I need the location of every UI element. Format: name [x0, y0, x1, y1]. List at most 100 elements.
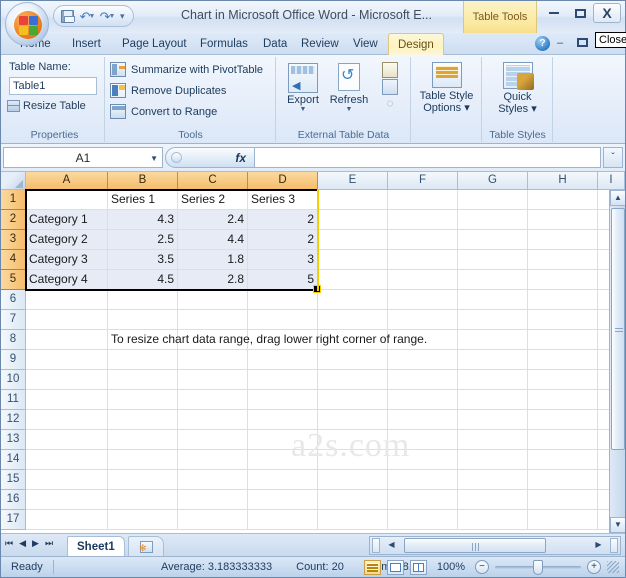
cell-G3[interactable]: [458, 230, 528, 250]
zoom-slider-thumb[interactable]: [533, 559, 543, 575]
remove-duplicates-button[interactable]: Remove Duplicates: [110, 83, 226, 98]
cell-D6[interactable]: [248, 290, 318, 310]
cell-B6[interactable]: [108, 290, 178, 310]
cell-H17[interactable]: [528, 510, 598, 530]
cell-B17[interactable]: [108, 510, 178, 530]
help-icon[interactable]: ?: [535, 36, 550, 51]
insert-worksheet-button[interactable]: [128, 536, 164, 558]
cell-F15[interactable]: [388, 470, 458, 490]
redo-button[interactable]: ↷ ▼: [98, 7, 117, 25]
cell-F4[interactable]: [388, 250, 458, 270]
cell-G2[interactable]: [458, 210, 528, 230]
cell-A8[interactable]: [26, 330, 108, 350]
cell-D15[interactable]: [248, 470, 318, 490]
cell-F7[interactable]: [388, 310, 458, 330]
row-header-1[interactable]: 1: [1, 190, 26, 210]
cell-H2[interactable]: [528, 210, 598, 230]
scroll-down-button[interactable]: ▼: [610, 517, 625, 533]
row-header-12[interactable]: 12: [1, 410, 26, 430]
row-header-4[interactable]: 4: [1, 250, 26, 270]
zoom-level[interactable]: 100%: [437, 561, 465, 573]
table-cell-D3[interactable]: 2: [248, 230, 318, 250]
zoom-in-button[interactable]: +: [587, 560, 601, 574]
cell-H4[interactable]: [528, 250, 598, 270]
cell-G5[interactable]: [458, 270, 528, 290]
zoom-slider[interactable]: [495, 559, 581, 575]
cell-B14[interactable]: [108, 450, 178, 470]
table-cell-B1[interactable]: Series 1: [108, 190, 178, 210]
cell-A16[interactable]: [26, 490, 108, 510]
resize-grip[interactable]: [607, 561, 619, 573]
normal-view-icon[interactable]: [363, 559, 381, 575]
cell-C11[interactable]: [178, 390, 248, 410]
undo-button[interactable]: ↶ ▼: [78, 7, 97, 25]
table-cell-B4[interactable]: 3.5: [108, 250, 178, 270]
cell-F1[interactable]: [388, 190, 458, 210]
cell-F6[interactable]: [388, 290, 458, 310]
column-header-d[interactable]: D: [248, 172, 318, 190]
cell-C13[interactable]: [178, 430, 248, 450]
redo-dropdown-icon[interactable]: ▼: [108, 13, 115, 20]
column-header-f[interactable]: F: [388, 172, 458, 190]
table-cell-B5[interactable]: 4.5: [108, 270, 178, 290]
table-cell-D2[interactable]: 2: [248, 210, 318, 230]
window-close-button[interactable]: X: [593, 3, 621, 23]
table-cell-A5[interactable]: Category 4: [26, 270, 108, 290]
cell-G7[interactable]: [458, 310, 528, 330]
export-dropdown-icon[interactable]: ▼: [281, 106, 325, 113]
export-button[interactable]: Export ▼: [281, 61, 325, 113]
table-cell-D1[interactable]: Series 3: [248, 190, 318, 210]
cell-G4[interactable]: [458, 250, 528, 270]
row-header-10[interactable]: 10: [1, 370, 26, 390]
workbook-restore-button[interactable]: [577, 38, 588, 47]
tab-review[interactable]: Review: [292, 33, 348, 55]
row-header-3[interactable]: 3: [1, 230, 26, 250]
cell-F17[interactable]: [388, 510, 458, 530]
hscroll-right-button[interactable]: ▶: [591, 538, 606, 553]
zoom-out-button[interactable]: −: [475, 560, 489, 574]
table-style-options-button[interactable]: Table Style Options ▾: [412, 59, 481, 126]
insert-function-icon[interactable]: fx: [235, 151, 246, 165]
table-cell-B2[interactable]: 4.3: [108, 210, 178, 230]
cell-B7[interactable]: [108, 310, 178, 330]
cell-D10[interactable]: [248, 370, 318, 390]
cell-C15[interactable]: [178, 470, 248, 490]
row-header-7[interactable]: 7: [1, 310, 26, 330]
row-header-11[interactable]: 11: [1, 390, 26, 410]
table-cell-C5[interactable]: 2.8: [178, 270, 248, 290]
row-header-14[interactable]: 14: [1, 450, 26, 470]
cell-E3[interactable]: [318, 230, 388, 250]
cell-G15[interactable]: [458, 470, 528, 490]
column-header-i[interactable]: I: [598, 172, 625, 190]
vertical-scrollbar[interactable]: ▲ ▼: [609, 190, 625, 533]
cell-F10[interactable]: [388, 370, 458, 390]
cell-H6[interactable]: [528, 290, 598, 310]
table-cell-A1[interactable]: [26, 190, 108, 210]
page-break-view-icon[interactable]: [409, 559, 427, 575]
cell-G17[interactable]: [458, 510, 528, 530]
cell-F16[interactable]: [388, 490, 458, 510]
cell-C12[interactable]: [178, 410, 248, 430]
sheet-tab-sheet1[interactable]: Sheet1: [67, 536, 125, 557]
row-header-13[interactable]: 13: [1, 430, 26, 450]
cell-D17[interactable]: [248, 510, 318, 530]
cell-G6[interactable]: [458, 290, 528, 310]
cell-H9[interactable]: [528, 350, 598, 370]
cell-A14[interactable]: [26, 450, 108, 470]
quick-styles-button[interactable]: Quick Styles ▾: [483, 59, 552, 126]
select-all-button[interactable]: [1, 172, 26, 190]
cell-C10[interactable]: [178, 370, 248, 390]
expand-formula-bar-button[interactable]: ˇ: [603, 147, 623, 168]
cell-G14[interactable]: [458, 450, 528, 470]
refresh-dropdown-icon[interactable]: ▼: [325, 106, 373, 113]
page-layout-view-icon[interactable]: [386, 559, 404, 575]
cell-H14[interactable]: [528, 450, 598, 470]
column-header-g[interactable]: G: [458, 172, 528, 190]
cell-H15[interactable]: [528, 470, 598, 490]
name-box-dropdown-icon[interactable]: ▼: [150, 154, 158, 163]
cell-E16[interactable]: [318, 490, 388, 510]
cell-A13[interactable]: [26, 430, 108, 450]
row-header-6[interactable]: 6: [1, 290, 26, 310]
cell-B9[interactable]: [108, 350, 178, 370]
row-header-15[interactable]: 15: [1, 470, 26, 490]
